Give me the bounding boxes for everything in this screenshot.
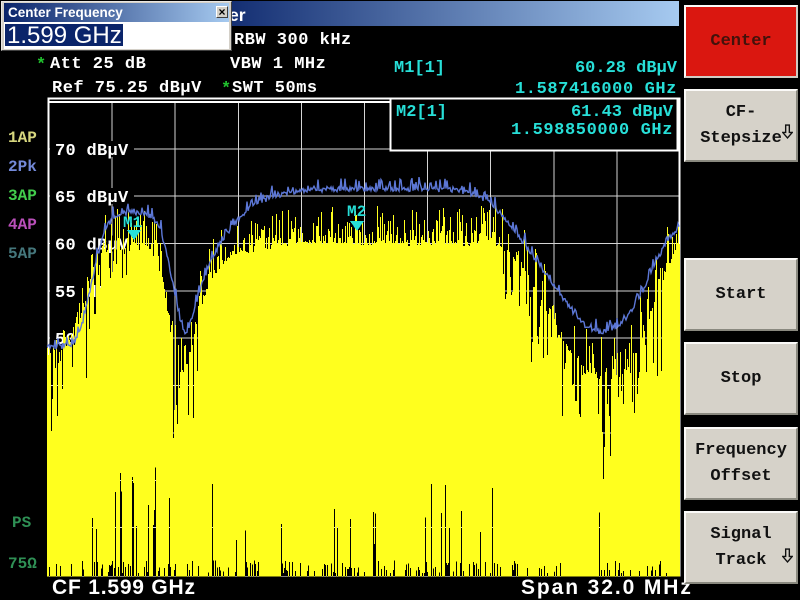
svg-text:M2: M2 bbox=[347, 203, 366, 221]
svg-text:M1: M1 bbox=[123, 214, 142, 232]
svg-text:65 dBµV: 65 dBµV bbox=[55, 189, 129, 208]
svg-text:70 dBµV: 70 dBµV bbox=[55, 142, 129, 161]
